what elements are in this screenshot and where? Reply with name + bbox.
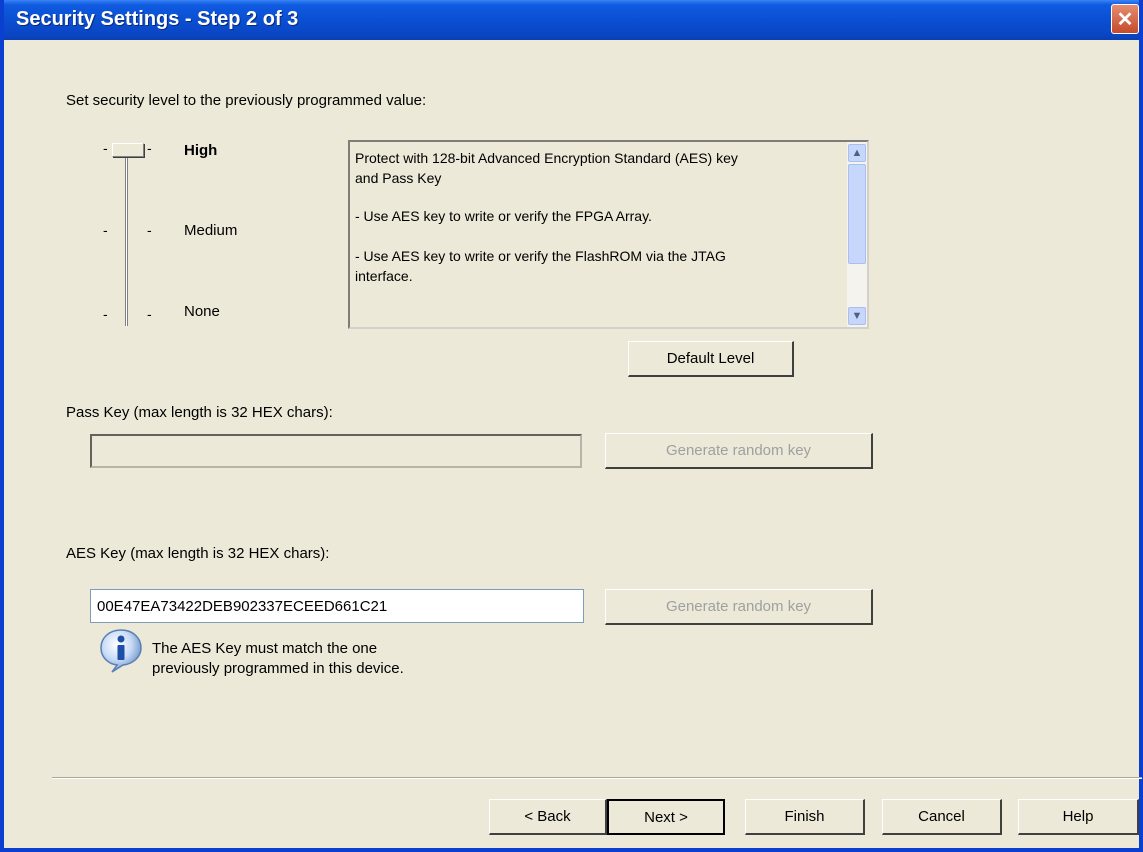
info-line-1: The AES Key must match the one [152, 640, 378, 657]
aes-key-generate-button[interactable]: Generate random key [605, 589, 873, 625]
scroll-up-button[interactable]: ▲ [848, 144, 866, 162]
description-line: and Pass Key [355, 170, 442, 186]
level-medium-label: Medium [184, 222, 238, 239]
back-button[interactable]: < Back [489, 799, 607, 835]
slider-tick: - [147, 306, 152, 322]
finish-button[interactable]: Finish [745, 799, 865, 835]
scroll-thumb[interactable] [848, 164, 866, 264]
security-slider-track[interactable] [125, 150, 128, 326]
dialog-window: Security Settings - Step 2 of 3 ✕ Set se… [0, 0, 1143, 852]
info-icon [100, 629, 142, 673]
description-line: - Use AES key to write or verify the FPG… [355, 208, 652, 224]
pass-key-generate-button[interactable]: Generate random key [605, 433, 873, 469]
description-scrollbar[interactable]: ▲ ▼ [847, 142, 867, 327]
pass-key-input[interactable] [90, 434, 582, 468]
next-button[interactable]: Next > [607, 799, 725, 835]
description-line: interface. [355, 268, 413, 284]
scroll-down-button[interactable]: ▼ [848, 307, 866, 325]
slider-tick: - [103, 140, 108, 156]
default-level-button[interactable]: Default Level [628, 341, 794, 377]
slider-tick: - [147, 140, 152, 156]
level-description-box: Protect with 128-bit Advanced Encryption… [348, 140, 869, 329]
description-line: Protect with 128-bit Advanced Encryption… [355, 150, 738, 166]
info-line-2: previously programmed in this device. [152, 660, 404, 677]
close-button[interactable]: ✕ [1111, 4, 1139, 34]
aes-key-label: AES Key (max length is 32 HEX chars): [66, 545, 330, 562]
close-icon: ✕ [1116, 8, 1134, 31]
slider-tick: - [103, 222, 108, 238]
title-bar: Security Settings - Step 2 of 3 ✕ [4, 0, 1139, 40]
cancel-button[interactable]: Cancel [882, 799, 1002, 835]
help-button[interactable]: Help [1018, 799, 1139, 835]
footer-separator [52, 777, 1142, 779]
chevron-up-icon: ▲ [851, 147, 863, 159]
aes-key-input[interactable]: 00E47EA73422DEB902337ECEED661C21 [90, 589, 584, 623]
security-slider-thumb[interactable] [112, 143, 144, 157]
level-none-label: None [184, 303, 220, 320]
slider-tick: - [147, 222, 152, 238]
pass-key-label: Pass Key (max length is 32 HEX chars): [66, 404, 333, 421]
intro-label: Set security level to the previously pro… [66, 92, 427, 109]
level-high-label: High [184, 142, 218, 159]
window-title: Security Settings - Step 2 of 3 [16, 8, 299, 30]
slider-tick: - [103, 306, 108, 322]
description-line: - Use AES key to write or verify the Fla… [355, 248, 726, 264]
chevron-down-icon: ▼ [851, 310, 863, 322]
